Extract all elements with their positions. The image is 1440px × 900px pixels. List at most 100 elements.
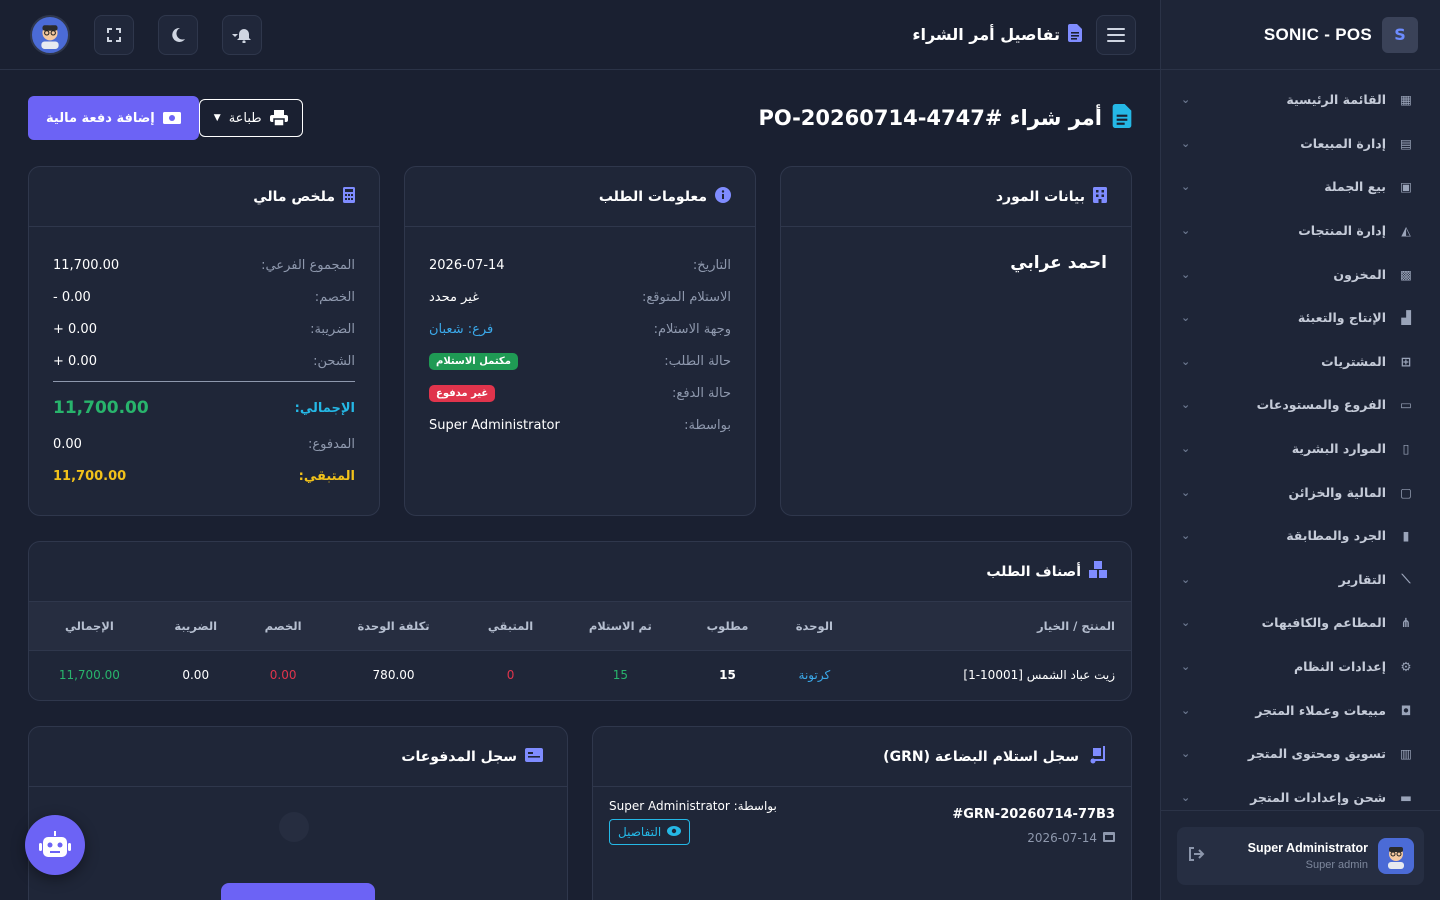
paid-value: 0.00	[53, 436, 82, 452]
shopping-bag-icon: ◘	[1400, 702, 1412, 718]
money-icon: ▢	[1400, 484, 1412, 500]
notifications-button[interactable]	[222, 14, 262, 55]
destination-link[interactable]: فرع: شعبان	[429, 322, 493, 337]
boxes-icon	[1089, 560, 1107, 583]
building-icon	[1093, 186, 1107, 207]
grn-by: بواسطة: Super Administrator	[609, 799, 777, 813]
sidebar-item-3[interactable]: ◭ إدارة المنتجات ⌄	[1161, 209, 1440, 253]
chevron-down-icon: ⌄	[1181, 224, 1191, 238]
sidebar-item-6[interactable]: ⊞ المشتريات ⌄	[1161, 340, 1440, 384]
grn-details-button[interactable]: التفاصيل	[609, 819, 691, 845]
shipping-value: + 0.00	[53, 353, 97, 369]
sidebar-item-7[interactable]: ▭ الفروع والمستودعات ⌄	[1161, 383, 1440, 427]
sidebar-item-14[interactable]: ◘ مبيعات وعملاء المتجر ⌄	[1161, 688, 1440, 732]
remaining-value: 11,700.00	[53, 468, 127, 484]
sidebar-item-12[interactable]: ⋔ المطاعم والكافيهات ⌄	[1161, 601, 1440, 645]
topbar-title: تفاصيل أمر الشراء	[912, 25, 1060, 44]
sidebar-item-11[interactable]: ⟋ التقارير ⌄	[1161, 558, 1440, 602]
chevron-down-icon: ⌄	[1181, 354, 1191, 368]
print-label: طباعة	[228, 110, 262, 126]
subtotal-value: 11,700.00	[53, 257, 120, 273]
expected-date: غير محدد	[429, 289, 479, 305]
sidebar-item-8[interactable]: ▯ الموارد البشرية ⌄	[1161, 427, 1440, 471]
add-payment-button[interactable]: إضافة دفعة مالية	[28, 96, 199, 140]
theme-toggle-button[interactable]	[158, 14, 198, 55]
user-card[interactable]: Super Administrator Super admin	[1177, 827, 1424, 885]
col-discount: الخصم	[264, 618, 302, 633]
page-header: أمر شراء #PO-20260714-4747 طباعة ▼ إضافة…	[28, 70, 1132, 166]
sidebar-item-label: المخزون	[1333, 266, 1386, 282]
sidebar-item-9[interactable]: ▢ المالية والخزائن ⌄	[1161, 470, 1440, 514]
cubes-icon: ▩	[1400, 266, 1412, 282]
chevron-down-icon: ⌄	[1181, 747, 1191, 761]
profile-avatar[interactable]	[30, 14, 70, 55]
print-button[interactable]: طباعة ▼	[198, 99, 303, 137]
sidebar-item-13[interactable]: ⚙ إعدادات النظام ⌄	[1161, 645, 1440, 689]
payment-status-badge: غير مدفوع	[429, 384, 496, 402]
sidebar-item-label: إدارة المنتجات	[1298, 223, 1386, 239]
chevron-down-icon: ⌄	[1181, 180, 1191, 194]
sidebar-item-1[interactable]: ▤ إدارة المبيعات ⌄	[1161, 122, 1440, 166]
cell-remaining: 0	[462, 649, 559, 700]
file-icon	[1068, 23, 1082, 46]
grn-number: #GRN-20260714-77B3	[952, 807, 1115, 822]
user-name: Super Administrator	[1247, 841, 1368, 855]
shirt-icon: ◭	[1401, 223, 1411, 239]
sidebar-footer: Super Administrator Super admin	[1161, 810, 1440, 900]
payment-status-label: حالة الدفع:	[672, 385, 731, 401]
expected-label: الاستلام المتوقع:	[641, 289, 731, 305]
chevron-down-icon: ⌄	[1181, 572, 1191, 586]
chevron-down-icon: ⌄	[1181, 485, 1191, 499]
add-payment-label: إضافة دفعة مالية	[46, 110, 155, 126]
order-status-badge: مكتمل الاستلام	[429, 352, 518, 370]
empty-state-icon	[279, 812, 309, 842]
sidebar-item-label: شحن وإعدادات المتجر	[1250, 789, 1386, 805]
cell-discount: 0.00	[241, 649, 325, 700]
sidebar-item-2[interactable]: ▣ بيع الجملة ⌄	[1161, 165, 1440, 209]
fullscreen-button[interactable]	[94, 14, 134, 55]
sidebar-item-0[interactable]: ▦ القائمة الرئيسية ⌄	[1161, 78, 1440, 122]
chevron-down-icon: ⌄	[1181, 616, 1191, 630]
sidebar-item-4[interactable]: ▩ المخزون ⌄	[1161, 252, 1440, 296]
sidebar-item-label: الجرد والمطابقة	[1286, 528, 1386, 544]
grn-details-label: التفاصيل	[618, 825, 662, 839]
cell-unit-cost: 780.00	[324, 649, 463, 700]
divider	[53, 381, 355, 382]
user-avatar	[1378, 838, 1414, 874]
robot-icon	[39, 831, 71, 857]
money-bill-icon	[162, 112, 181, 124]
moon-icon	[172, 27, 185, 42]
sidebar: S SONIC - POS ▦ القائمة الرئيسية ⌄ ▤ إدارة ا…	[1160, 0, 1440, 900]
add-first-payment-button[interactable]	[221, 883, 375, 900]
total-value: 11,700.00	[53, 398, 149, 418]
expand-icon	[107, 27, 121, 42]
main-content: أمر شراء #PO-20260714-4747 طباعة ▼ إضافة…	[0, 70, 1160, 900]
financial-summary-card: ملخص مالي المجموع الفرعي: 11,700.00 الخصم…	[28, 166, 380, 516]
order-items-card: أصناف الطلب المنتج / الخيار الوحدة مطلوب…	[28, 541, 1132, 701]
chatbot-button[interactable]	[25, 815, 85, 875]
sidebar-item-10[interactable]: ▮ الجرد والمطابقة ⌄	[1161, 514, 1440, 558]
col-unit-cost: تكلفة الوحدة	[357, 618, 430, 633]
chart-line-icon: ⟋	[1401, 571, 1411, 587]
sidebar-item-label: تسويق ومحتوى المتجر	[1247, 746, 1386, 762]
sidebar-item-label: المالية والخزائن	[1288, 484, 1386, 500]
gear-icon: ⚙	[1400, 659, 1412, 675]
sidebar-item-5[interactable]: ▟ الإنتاج والتعبئة ⌄	[1161, 296, 1440, 340]
sidebar-item-label: الإنتاج والتعبئة	[1297, 310, 1386, 326]
sidebar-item-15[interactable]: ▥ تسويق ومحتوى المتجر ⌄	[1161, 732, 1440, 776]
document-icon	[1112, 103, 1132, 133]
menu-toggle-button[interactable]	[1096, 14, 1136, 55]
order-status-label: حالة الطلب:	[664, 353, 731, 369]
logout-icon[interactable]	[1187, 845, 1205, 867]
bell-icon	[232, 28, 251, 43]
sidebar-menu: ▦ القائمة الرئيسية ⌄ ▤ إدارة المبيعات ⌄ ▣ بيع ا…	[1161, 70, 1440, 819]
chevron-down-icon: ⌄	[1181, 311, 1191, 325]
gift-icon: ▥	[1400, 746, 1412, 762]
sidebar-item-label: إعدادات النظام	[1293, 659, 1386, 675]
calendar-icon	[1103, 830, 1115, 845]
sidebar-item-label: القائمة الرئيسية	[1286, 92, 1386, 108]
col-tax: الضريبة	[174, 618, 218, 633]
col-unit: الوحدة	[795, 618, 833, 633]
shipping-label: الشحن:	[313, 353, 355, 369]
chevron-down-icon: ⌄	[1181, 529, 1191, 543]
